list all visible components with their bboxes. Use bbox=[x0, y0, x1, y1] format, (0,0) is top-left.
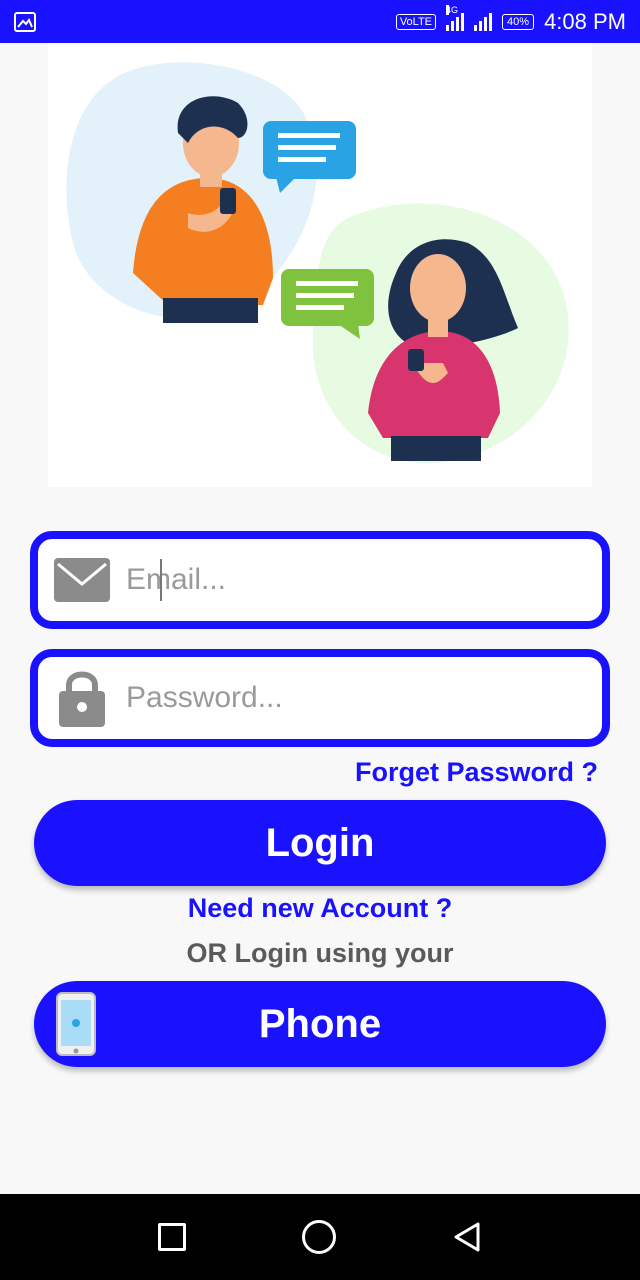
login-button-label: Login bbox=[265, 820, 375, 865]
home-icon[interactable] bbox=[302, 1220, 336, 1254]
login-screen: VoLTE 4G 40% 4:08 PM Email... Forget Pas… bbox=[0, 0, 640, 1280]
back-icon[interactable] bbox=[452, 1221, 482, 1253]
phone-button-label: Phone bbox=[258, 1001, 382, 1046]
smartphone-icon bbox=[56, 992, 96, 1056]
phone-login-button[interactable]: Phone bbox=[34, 981, 606, 1067]
battery-indicator: 40% bbox=[502, 13, 535, 30]
navigation-bar bbox=[0, 1194, 640, 1280]
password-field[interactable] bbox=[30, 649, 610, 747]
password-input[interactable] bbox=[126, 681, 566, 715]
login-button[interactable]: Login bbox=[34, 800, 606, 886]
text-cursor bbox=[160, 559, 162, 601]
signal-icon: 4G bbox=[446, 4, 465, 31]
network-type-label: 4G bbox=[446, 4, 459, 15]
email-field[interactable] bbox=[30, 531, 610, 629]
or-login-text: OR Login using your bbox=[186, 938, 454, 968]
envelope-icon bbox=[52, 550, 112, 610]
chat-illustration bbox=[48, 43, 592, 487]
status-time: 4:08 PM bbox=[544, 8, 626, 34]
forget-password-link[interactable]: Forget Password ? bbox=[355, 757, 598, 788]
signal-2-icon bbox=[474, 12, 493, 31]
lock-icon bbox=[52, 668, 112, 728]
recent-apps-icon[interactable] bbox=[158, 1223, 186, 1251]
volte-indicator: VoLTE bbox=[395, 13, 437, 30]
need-account-link[interactable]: Need new Account ? bbox=[0, 893, 640, 924]
status-bar: VoLTE 4G 40% 4:08 PM bbox=[0, 0, 640, 43]
gallery-icon bbox=[14, 11, 36, 32]
email-input[interactable] bbox=[126, 563, 566, 597]
